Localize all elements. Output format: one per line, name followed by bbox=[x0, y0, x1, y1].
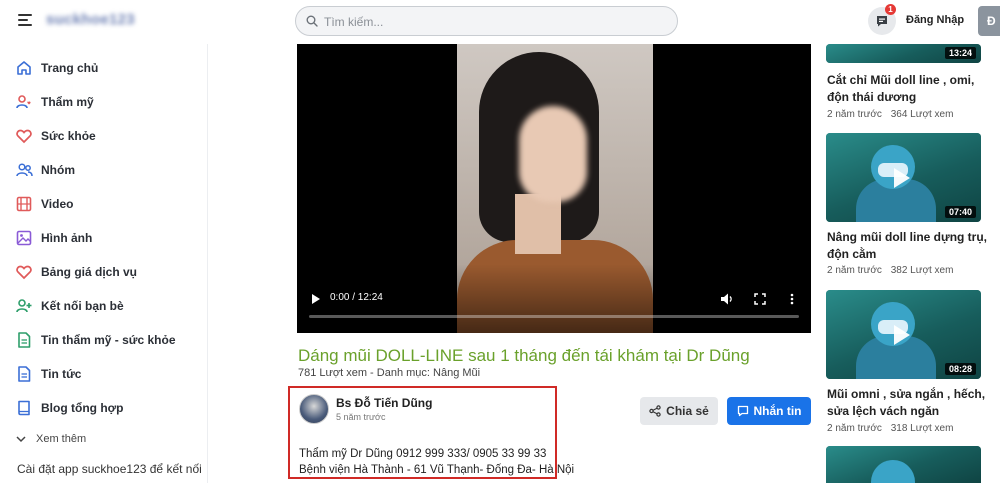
video-duration: 07:40 bbox=[944, 206, 976, 218]
search-bar[interactable] bbox=[295, 6, 678, 36]
fullscreen-icon[interactable] bbox=[754, 292, 766, 306]
sidebar: Trang chủ Thẩm mỹ Sức khỏe Nhóm Video Hì… bbox=[0, 44, 208, 483]
video-description: Thẩm mỹ Dr Dũng 0912 999 333/ 0905 33 99… bbox=[299, 446, 574, 478]
user-plus-icon bbox=[14, 296, 34, 316]
related-video-meta: 2 năm trước 382 Lượt xem bbox=[827, 265, 953, 276]
related-video-views: 364 Lượt xem bbox=[890, 109, 954, 120]
sidebar-item-tham-my[interactable]: Thẩm mỹ bbox=[14, 91, 94, 113]
sidebar-item-suc-khoe[interactable]: Sức khỏe bbox=[14, 125, 96, 147]
share-button[interactable]: Chia sẻ bbox=[640, 397, 718, 425]
video-progress-bar[interactable] bbox=[309, 315, 799, 318]
sidebar-item-label: Hình ảnh bbox=[41, 231, 93, 245]
video-time: 0:00 / 12:24 bbox=[330, 292, 383, 303]
sidebar-item-label: Trang chủ bbox=[41, 61, 99, 75]
play-icon bbox=[894, 325, 910, 345]
related-video-thumbnail[interactable]: 08:28 bbox=[826, 290, 981, 379]
play-icon bbox=[894, 168, 910, 188]
top-header: suckhoe123 1 Đăng Nhập Đ bbox=[0, 0, 1000, 44]
heart-icon bbox=[14, 262, 34, 282]
message-icon bbox=[737, 405, 748, 417]
film-icon bbox=[14, 194, 34, 214]
play-icon[interactable] bbox=[311, 292, 321, 306]
description-line: Bệnh viện Hà Thành - 61 Vũ Thạnh- Đống Đ… bbox=[299, 464, 575, 476]
search-input[interactable] bbox=[324, 12, 654, 31]
app-install-note: Cài đặt app suckhoe123 để kết nối bbox=[17, 462, 202, 476]
user-heart-icon bbox=[14, 92, 34, 112]
see-more-label: Xem thêm bbox=[36, 433, 87, 445]
see-more-toggle[interactable]: Xem thêm bbox=[16, 433, 86, 445]
related-video-ago: 2 năm trước bbox=[827, 109, 882, 120]
sidebar-item-label: Thẩm mỹ bbox=[41, 95, 94, 109]
search-icon bbox=[306, 15, 318, 27]
author-info-box: Bs Đỗ Tiến Dũng 5 năm trước Thẩm mỹ Dr D… bbox=[288, 386, 574, 479]
sidebar-item-label: Tin tức bbox=[41, 367, 82, 381]
related-video-thumbnail[interactable]: 07:40 bbox=[826, 133, 981, 222]
sidebar-item-trang-chu[interactable]: Trang chủ bbox=[14, 57, 98, 79]
sidebar-item-tin-tham-my[interactable]: Tin thẩm mỹ - sức khỏe bbox=[14, 329, 176, 351]
sidebar-item-nhom[interactable]: Nhóm bbox=[14, 159, 75, 181]
home-icon bbox=[14, 58, 34, 78]
share-label: Chia sẻ bbox=[666, 404, 709, 418]
related-video-views: 382 Lượt xem bbox=[890, 265, 954, 276]
related-video-meta: 2 năm trước 364 Lượt xem bbox=[827, 109, 953, 120]
sidebar-item-label: Bảng giá dịch vụ bbox=[41, 265, 138, 279]
group-icon bbox=[14, 160, 34, 180]
site-logo[interactable]: suckhoe123 bbox=[46, 11, 135, 28]
login-link[interactable]: Đăng Nhập bbox=[906, 14, 964, 26]
sidebar-item-hinh-anh[interactable]: Hình ảnh bbox=[14, 227, 92, 249]
related-video-views: 318 Lượt xem bbox=[890, 423, 954, 434]
video-meta: 781 Lượt xem - Danh mục: Nâng Mũi bbox=[298, 367, 481, 379]
author-avatar[interactable] bbox=[299, 394, 329, 424]
message-button[interactable]: Nhắn tin bbox=[727, 397, 811, 425]
video-duration: 08:28 bbox=[944, 363, 976, 375]
volume-icon[interactable] bbox=[720, 292, 734, 306]
book-icon bbox=[14, 398, 34, 418]
document-icon bbox=[14, 330, 34, 350]
related-video-title[interactable]: Nâng mũi doll line dựng trụ, độn cằm bbox=[827, 229, 987, 263]
sidebar-item-ket-noi[interactable]: Kết nối bạn bè bbox=[14, 295, 124, 317]
sidebar-item-label: Nhóm bbox=[41, 163, 75, 177]
related-video-title[interactable]: Cắt chỉ Mũi doll line , omi, độn thái dư… bbox=[827, 72, 987, 106]
document-icon bbox=[14, 364, 34, 384]
sidebar-item-tin-tuc[interactable]: Tin tức bbox=[14, 363, 81, 385]
notification-badge: 1 bbox=[885, 4, 896, 15]
sidebar-item-blog[interactable]: Blog tổng hợp bbox=[14, 397, 124, 419]
heart-icon bbox=[14, 126, 34, 146]
more-options-icon[interactable] bbox=[790, 292, 794, 306]
author-post-time: 5 năm trước bbox=[336, 412, 386, 422]
sidebar-item-label: Tin thẩm mỹ - sức khỏe bbox=[41, 333, 176, 347]
message-label: Nhắn tin bbox=[753, 404, 802, 418]
related-video-thumbnail[interactable] bbox=[826, 446, 981, 483]
video-title: Dáng mũi DOLL-LINE sau 1 tháng đến tái k… bbox=[298, 346, 750, 365]
chevron-down-icon bbox=[16, 436, 26, 443]
chat-icon bbox=[877, 16, 887, 27]
related-video-meta: 2 năm trước 318 Lượt xem bbox=[827, 423, 953, 434]
image-icon bbox=[14, 228, 34, 248]
sidebar-item-label: Sức khỏe bbox=[41, 129, 96, 143]
related-video-ago: 2 năm trước bbox=[827, 423, 882, 434]
related-video-thumbnail[interactable]: 13:24 bbox=[826, 44, 981, 63]
menu-icon[interactable] bbox=[18, 14, 32, 26]
author-name[interactable]: Bs Đỗ Tiến Dũng bbox=[336, 396, 432, 410]
video-duration: 13:24 bbox=[944, 47, 976, 59]
sidebar-item-bang-gia[interactable]: Bảng giá dịch vụ bbox=[14, 261, 137, 283]
sidebar-item-label: Blog tổng hợp bbox=[41, 401, 124, 415]
share-icon bbox=[649, 405, 661, 417]
video-player[interactable]: 0:00 / 12:24 bbox=[297, 44, 811, 333]
description-line: Thẩm mỹ Dr Dũng 0912 999 333/ 0905 33 99… bbox=[299, 448, 547, 460]
related-video-title[interactable]: Mũi omni , sửa ngắn , hếch, sửa lệch vác… bbox=[827, 386, 987, 420]
user-avatar[interactable]: Đ bbox=[978, 6, 1000, 36]
related-video-ago: 2 năm trước bbox=[827, 265, 882, 276]
sidebar-item-label: Video bbox=[41, 197, 74, 211]
sidebar-item-video[interactable]: Video bbox=[14, 193, 73, 215]
sidebar-item-label: Kết nối bạn bè bbox=[41, 299, 124, 313]
